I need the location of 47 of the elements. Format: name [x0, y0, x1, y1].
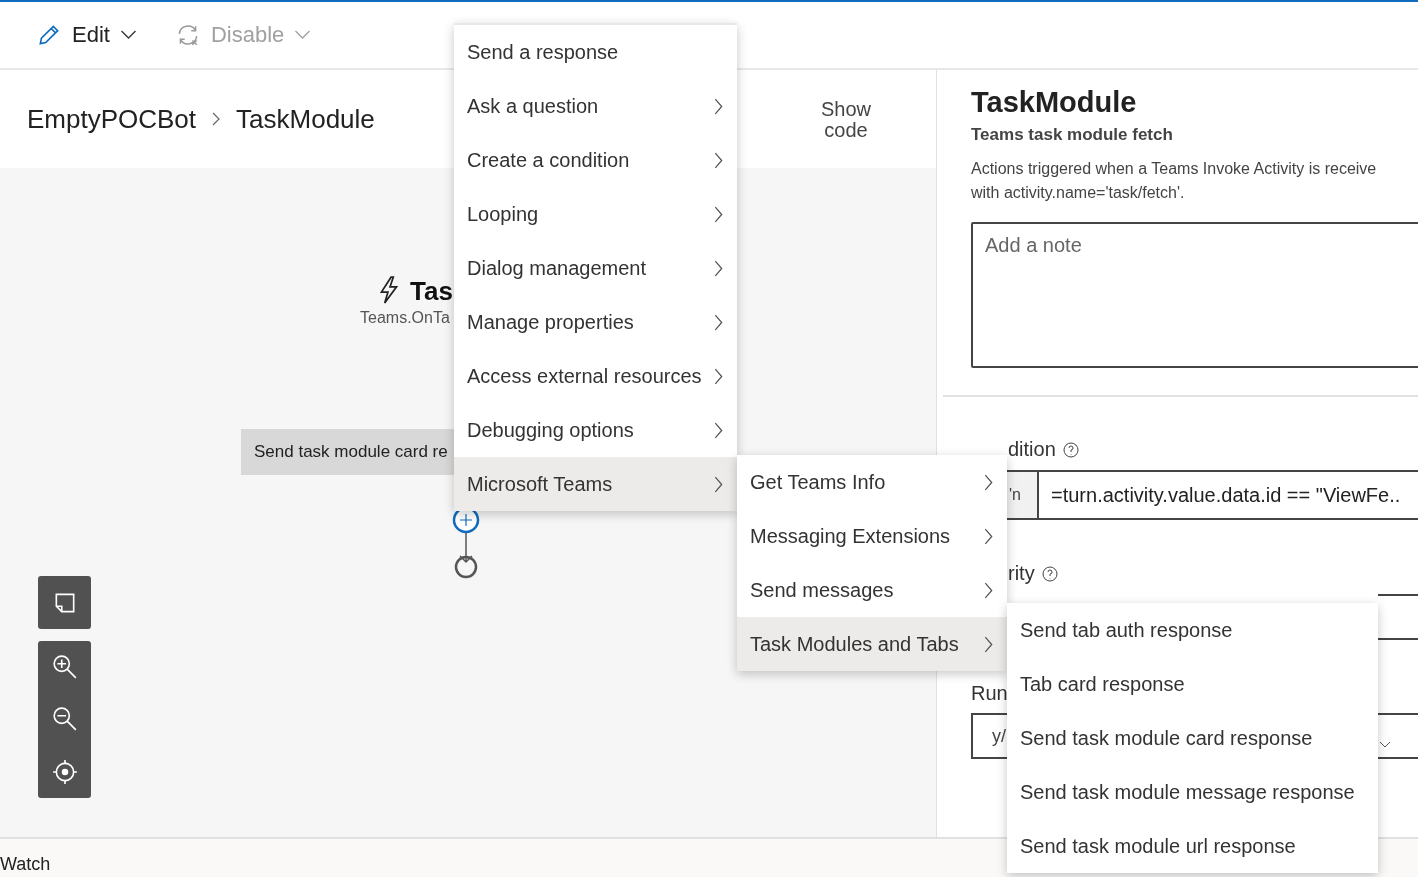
- chevron-down-icon: [294, 30, 312, 40]
- menu-item[interactable]: Looping: [454, 187, 737, 241]
- lightning-icon: [378, 276, 400, 304]
- trigger-subtitle: Teams.OnTa: [360, 309, 450, 327]
- menu-item[interactable]: Get Teams Info: [737, 455, 1007, 509]
- menu-item[interactable]: Send task module message response: [1007, 765, 1378, 819]
- panel-title: TaskModule: [971, 86, 1138, 119]
- menu-item[interactable]: Messaging Extensions: [737, 509, 1007, 563]
- action-node[interactable]: Send task module card re: [241, 429, 454, 475]
- menu-item[interactable]: Manage properties: [454, 295, 737, 349]
- menu-item[interactable]: Tab card response: [1007, 657, 1378, 711]
- prefix-field[interactable]: 'n: [1007, 472, 1039, 518]
- description-text: Actions triggered when a Teams Invoke Activity is receive: [971, 159, 1378, 179]
- menu-item[interactable]: Dialog management: [454, 241, 737, 295]
- chevron-right-icon: [212, 112, 221, 126]
- pencil-icon: [36, 22, 62, 48]
- menu-item[interactable]: Access external resources: [454, 349, 737, 403]
- trigger-title: Tas: [410, 276, 453, 307]
- zoom-in-icon[interactable]: [51, 654, 78, 681]
- menu-item[interactable]: Send messages: [737, 563, 1007, 617]
- chevron-down-icon: [119, 30, 137, 40]
- note-field[interactable]: Add a note: [971, 222, 1418, 368]
- breadcrumb-item[interactable]: TaskModule: [236, 103, 375, 135]
- field-label: Run: [971, 682, 1008, 705]
- panel-subtitle: Teams task module fetch: [971, 125, 1174, 145]
- menu-item[interactable]: Send a response: [454, 25, 737, 79]
- menu-item[interactable]: Task Modules and Tabs: [737, 617, 1007, 671]
- description-text: with activity.name='task/fetch'.: [971, 183, 1186, 203]
- toolbar-button[interactable]: Edit: [32, 16, 141, 54]
- field-label: dition: [1008, 438, 1056, 461]
- field-label: rity: [1008, 562, 1035, 585]
- menu-item[interactable]: Debugging options: [454, 403, 737, 457]
- chevron-down-icon: [1380, 742, 1390, 748]
- menu-item[interactable]: Send tab auth response: [1007, 603, 1378, 657]
- menu-item[interactable]: Send task module url response: [1007, 819, 1378, 873]
- breadcrumb-item[interactable]: EmptyPOCBot: [27, 103, 197, 135]
- menu-item[interactable]: Ask a question: [454, 79, 737, 133]
- help-icon: [1041, 565, 1058, 582]
- menu-item[interactable]: Create a condition: [454, 133, 737, 187]
- menu-item[interactable]: Send task module card response: [1007, 711, 1378, 765]
- condition-field[interactable]: =turn.activity.value.data.id == "ViewFe..: [1039, 472, 1418, 518]
- show-code-button[interactable]: Show code: [811, 99, 881, 141]
- zoom-out-icon[interactable]: [51, 706, 78, 733]
- help-icon: [1062, 441, 1079, 458]
- watch-tab[interactable]: Watch: [0, 854, 51, 875]
- target-icon[interactable]: [51, 758, 78, 785]
- menu-item[interactable]: Microsoft Teams: [454, 457, 737, 511]
